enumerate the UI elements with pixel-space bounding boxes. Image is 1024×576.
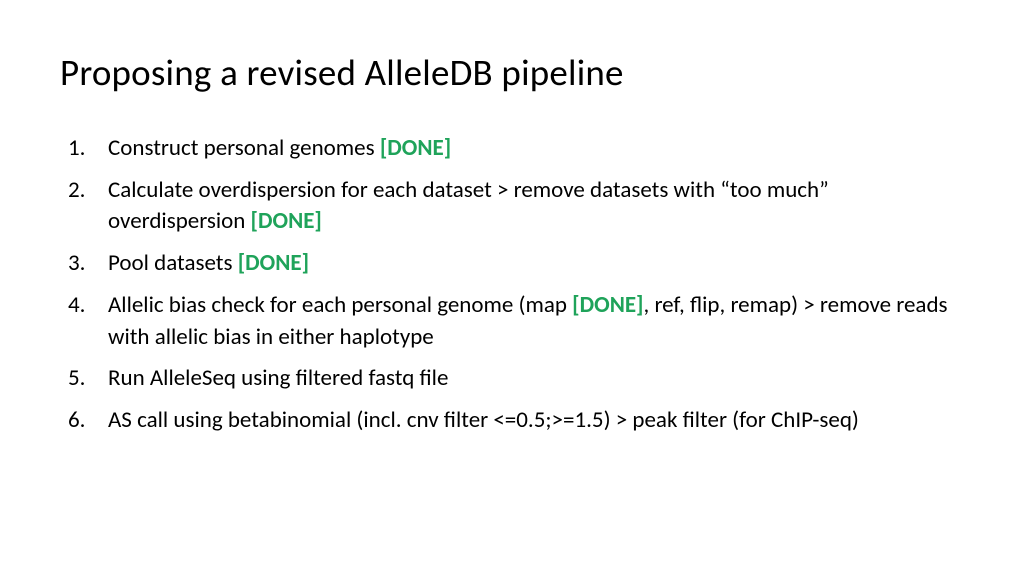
slide-title: Proposing a revised AlleleDB pipeline xyxy=(60,50,964,95)
done-tag: [DONE] xyxy=(251,207,322,235)
done-tag: [DONE] xyxy=(572,291,643,319)
pipeline-list: Construct personal genomes [DONE] Calcul… xyxy=(60,133,964,437)
done-tag: [DONE] xyxy=(238,249,309,277)
list-item: Pool datasets [DONE] xyxy=(60,248,964,280)
list-item: Construct personal genomes [DONE] xyxy=(60,133,964,165)
item-text: Pool datasets xyxy=(108,249,238,277)
list-item: AS call using betabinomial (incl. cnv fi… xyxy=(60,405,964,437)
list-item: Run AlleleSeq using filtered fastq file xyxy=(60,363,964,395)
item-text-pre: Allelic bias check for each personal gen… xyxy=(108,291,572,319)
list-item: Calculate overdispersion for each datase… xyxy=(60,175,964,238)
item-text: AS call using betabinomial (incl. cnv fi… xyxy=(108,406,859,434)
item-text: Calculate overdispersion for each datase… xyxy=(108,176,829,236)
done-tag: [DONE] xyxy=(380,134,451,162)
item-text: Run AlleleSeq using filtered fastq file xyxy=(108,364,448,392)
item-text: Construct personal genomes xyxy=(108,134,380,162)
list-item: Allelic bias check for each personal gen… xyxy=(60,290,964,353)
